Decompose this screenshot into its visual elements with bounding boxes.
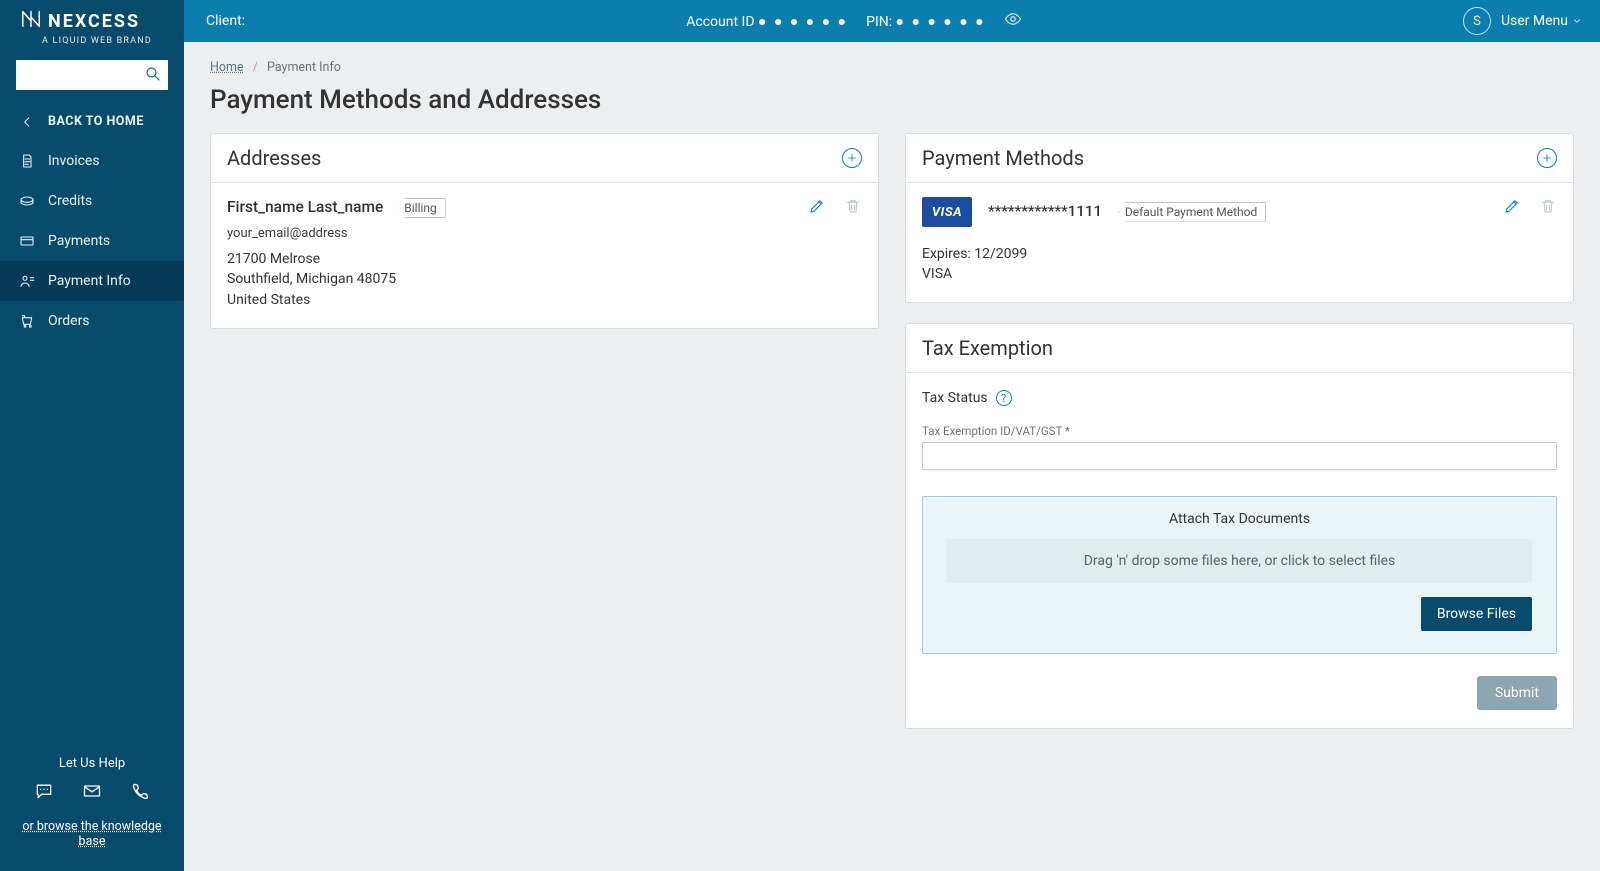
sidebar-nav: BACK TO HOME Invoices Credits Payments P xyxy=(0,102,184,341)
breadcrumb-current: Payment Info xyxy=(267,60,341,75)
pin-label: PIN: xyxy=(866,14,892,30)
add-address-button[interactable] xyxy=(842,148,862,168)
tax-id-input[interactable] xyxy=(922,442,1557,470)
sidebar-item-payments[interactable]: Payments xyxy=(0,221,184,261)
submit-button[interactable]: Submit xyxy=(1477,676,1557,710)
content-area: Home / Payment Info Payment Methods and … xyxy=(184,42,1600,871)
sidebar-item-credits[interactable]: Credits xyxy=(0,181,184,221)
address-billing-tag: Billing xyxy=(397,198,446,218)
mail-icon[interactable] xyxy=(82,781,102,801)
pin: PIN: ● ● ● ● ● ● xyxy=(866,13,986,30)
add-payment-method-button[interactable] xyxy=(1537,148,1557,168)
sidebar-back-label: BACK TO HOME xyxy=(48,114,144,129)
address-name: First_name Last_name xyxy=(227,198,383,216)
tax-exemption-heading: Tax Exemption xyxy=(922,336,1053,360)
account-id: Account ID ● ● ● ● ● ● xyxy=(686,13,848,30)
edit-address-icon[interactable] xyxy=(808,197,826,219)
address-line2: Southfield, Michigan 48075 xyxy=(227,269,862,289)
topbar: Client: Account ID ● ● ● ● ● ● PIN: ● ● … xyxy=(184,0,1600,42)
invoice-icon xyxy=(18,153,36,169)
attach-heading: Attach Tax Documents xyxy=(947,511,1532,527)
client-label: Client: xyxy=(206,13,245,29)
phone-icon[interactable] xyxy=(130,781,150,801)
default-payment-tag: Default Payment Method xyxy=(1118,202,1266,222)
browse-files-button[interactable]: Browse Files xyxy=(1421,597,1532,631)
pin-mask: ● ● ● ● ● ● xyxy=(896,14,986,30)
account-id-label: Account ID xyxy=(686,14,754,30)
payment-methods-card: Payment Methods xyxy=(905,133,1574,303)
brand-name: NEXCESS xyxy=(48,11,140,32)
sidebar-search xyxy=(0,50,184,96)
search-icon[interactable] xyxy=(144,65,162,87)
sidebar-item-label: Invoices xyxy=(48,153,100,169)
sidebar-item-label: Payment Info xyxy=(48,273,131,289)
kb-link[interactable]: or browse the knowledge base xyxy=(10,819,174,849)
help-icon[interactable]: ? xyxy=(996,390,1012,406)
addresses-heading: Addresses xyxy=(227,146,321,170)
sidebar-item-payment-info[interactable]: Payment Info xyxy=(0,261,184,301)
address-line1: 21700 Melrose xyxy=(227,249,862,269)
sidebar-item-label: Credits xyxy=(48,193,92,209)
help-heading: Let Us Help xyxy=(10,756,174,771)
user-menu-label: User Menu xyxy=(1501,13,1568,29)
sidebar: NEXCESS A LIQUID WEB BRAND BACK TO HOME … xyxy=(0,0,184,871)
tax-status-label: Tax Status xyxy=(922,390,988,406)
sidebar-item-label: Payments xyxy=(48,233,110,249)
sidebar-back-home[interactable]: BACK TO HOME xyxy=(0,102,184,141)
page-title: Payment Methods and Addresses xyxy=(210,85,1574,115)
chevron-left-icon xyxy=(18,115,36,129)
card-number: ************1111 xyxy=(988,202,1102,220)
card-brand-badge: VISA xyxy=(922,197,972,227)
tax-exemption-card: Tax Exemption Tax Status ? Tax Exemption… xyxy=(905,323,1574,729)
card-expires: Expires: 12/2099 xyxy=(922,245,1557,265)
credits-icon xyxy=(18,193,36,209)
breadcrumb-home[interactable]: Home xyxy=(210,60,244,75)
main-column: Client: Account ID ● ● ● ● ● ● PIN: ● ● … xyxy=(184,0,1600,871)
sidebar-item-invoices[interactable]: Invoices xyxy=(0,141,184,181)
topbar-client: Client: xyxy=(206,13,245,29)
brand-tagline: A LIQUID WEB BRAND xyxy=(20,36,174,46)
address-line3: United States xyxy=(227,290,862,310)
card-type: VISA xyxy=(922,265,1557,285)
address-email: your_email@address xyxy=(227,226,862,241)
sidebar-footer: Let Us Help or browse the knowledge base xyxy=(0,742,184,871)
sidebar-item-label: Orders xyxy=(48,313,90,329)
brand-logo-icon xyxy=(20,8,42,34)
payment-info-icon xyxy=(18,273,36,289)
chat-icon[interactable] xyxy=(34,781,54,801)
delete-payment-method-icon[interactable] xyxy=(1539,197,1557,219)
user-menu[interactable]: User Menu xyxy=(1501,13,1582,29)
tax-doc-dropzone: Attach Tax Documents Drag 'n' drop some … xyxy=(922,496,1557,654)
delete-address-icon[interactable] xyxy=(844,197,862,219)
orders-icon xyxy=(18,313,36,329)
addresses-card: Addresses xyxy=(210,133,879,329)
tax-id-label: Tax Exemption ID/VAT/GST * xyxy=(922,424,1557,438)
payments-icon xyxy=(18,233,36,249)
dropzone-area[interactable]: Drag 'n' drop some files here, or click … xyxy=(947,539,1532,583)
breadcrumb-sep: / xyxy=(253,60,258,75)
sidebar-item-orders[interactable]: Orders xyxy=(0,301,184,341)
brand-block: NEXCESS A LIQUID WEB BRAND xyxy=(0,0,184,50)
reveal-icon[interactable] xyxy=(1004,10,1022,32)
address-lines: 21700 Melrose Southfield, Michigan 48075… xyxy=(227,249,862,310)
payment-methods-heading: Payment Methods xyxy=(922,146,1084,170)
account-id-mask: ● ● ● ● ● ● xyxy=(758,14,848,30)
avatar[interactable]: S xyxy=(1463,7,1491,35)
chevron-down-icon xyxy=(1572,16,1582,26)
breadcrumb: Home / Payment Info xyxy=(210,60,1574,75)
edit-payment-method-icon[interactable] xyxy=(1503,197,1521,219)
